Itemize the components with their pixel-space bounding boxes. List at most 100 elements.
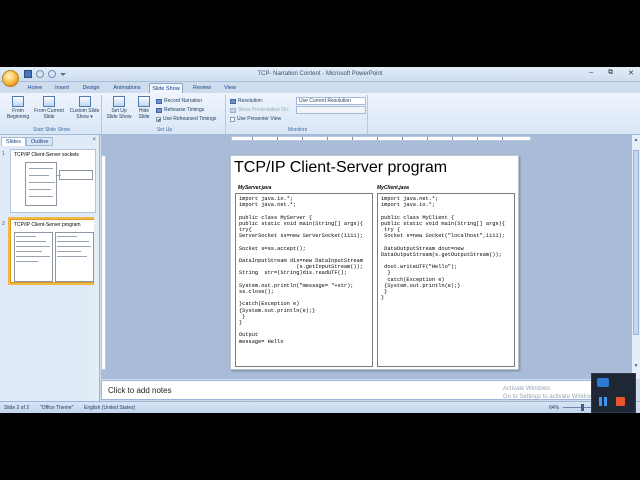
thumbnail-diagram-box bbox=[59, 170, 93, 180]
resolution-label: Resolution: bbox=[238, 98, 264, 104]
thumbnail-title: TCP/IP Client-Server program bbox=[14, 222, 81, 228]
watermark-line-1: Activate Windows bbox=[503, 386, 551, 392]
use-rehearsed-label: Use Rehearsed Timings bbox=[163, 116, 217, 122]
checkbox-unchecked-icon bbox=[230, 116, 235, 122]
slides-pane-scrollbar[interactable] bbox=[94, 215, 99, 413]
scrollbar-thumb[interactable] bbox=[633, 150, 639, 335]
group-set-up: Set Up Slide Show Hide Slide Record Narr… bbox=[104, 95, 226, 134]
office-button[interactable] bbox=[2, 70, 19, 87]
horizontal-ruler bbox=[231, 136, 531, 141]
group-label: Monitors bbox=[287, 127, 308, 133]
vertical-ruler bbox=[101, 155, 106, 370]
tab-animations[interactable]: Animations bbox=[109, 83, 145, 93]
rehearse-timings-label: Rehearse Timings bbox=[164, 107, 205, 113]
client-code-box[interactable]: import java.net.*; import java.io.*; publi… bbox=[377, 193, 515, 367]
tab-design[interactable]: Design bbox=[79, 83, 103, 93]
show-presentation-on-select bbox=[296, 106, 366, 114]
set-up-slide-show-button[interactable]: Set Up Slide Show bbox=[106, 96, 132, 120]
resolution-select[interactable]: Use Current Resolution bbox=[296, 97, 366, 105]
tab-home[interactable]: Home bbox=[24, 83, 46, 93]
window-controls: – ⧉ ✕ bbox=[589, 69, 634, 77]
slide-thumbnail-2[interactable]: TCP/IP Client-Server program bbox=[8, 217, 98, 285]
restore-button[interactable]: ⧉ bbox=[608, 69, 613, 77]
scroll-up-icon[interactable]: ▲ bbox=[633, 137, 639, 143]
slide-canvas[interactable]: TCP/IP Client-Server program MyServer.ja… bbox=[230, 155, 519, 370]
record-narration-button[interactable]: Record Narration bbox=[156, 98, 202, 104]
rehearse-timings-button[interactable]: Rehearse Timings bbox=[156, 107, 204, 113]
record-narration-label: Record Narration bbox=[164, 98, 203, 104]
thumbnail-text-line bbox=[57, 241, 89, 242]
slide-counter: Slide 2 of 2 bbox=[4, 405, 30, 411]
window-title: TCP- Narration Content - Microsoft Power… bbox=[257, 71, 383, 77]
pause-icon[interactable] bbox=[599, 397, 607, 406]
monitor-disabled-icon bbox=[230, 107, 236, 113]
custom-show-label: Custom Slide Show ▾ bbox=[69, 108, 100, 120]
from-current-slide-button[interactable]: From Current Slide bbox=[33, 96, 65, 120]
slide-thumbnail-1[interactable]: TCP/IP Client-Server sockets bbox=[10, 149, 96, 213]
thumbnail-text-line bbox=[29, 182, 55, 183]
client-file-caption: MyClient.java bbox=[377, 185, 409, 191]
show-presentation-on-row: Show Presentation On: bbox=[230, 107, 289, 113]
slide-title[interactable]: TCP/IP Client-Server program bbox=[234, 159, 447, 177]
clock-icon bbox=[156, 107, 162, 113]
ribbon-tabs: Home Insert Design Animations Slide Show… bbox=[0, 82, 640, 93]
language-indicator[interactable]: English (United States) bbox=[84, 405, 135, 411]
set-up-label: Set Up Slide Show bbox=[106, 108, 132, 120]
code-line: ServerSocket ss=new ServerSocket(1111); bbox=[239, 233, 363, 240]
slide-number: 1 bbox=[2, 151, 5, 157]
code-line: } bbox=[381, 295, 385, 302]
from-beginning-label: From Beginning bbox=[6, 108, 30, 120]
tab-insert[interactable]: Insert bbox=[50, 83, 74, 93]
custom-show-icon bbox=[78, 96, 91, 107]
use-presenter-view-checkbox[interactable]: Use Presenter View bbox=[230, 116, 281, 122]
slideshow-current-icon bbox=[43, 96, 55, 107]
thumbnail-title: TCP/IP Client-Server sockets bbox=[14, 152, 79, 158]
code-line: Socket s=new Socket("localhost",1111); bbox=[381, 233, 505, 240]
thumbnail-code-box bbox=[55, 232, 94, 282]
camera-icon[interactable] bbox=[597, 378, 609, 387]
group-start-slide-show: From Beginning From Current Slide Custom… bbox=[2, 95, 102, 134]
thumbnail-text-line bbox=[16, 256, 50, 257]
group-label: Set Up bbox=[156, 127, 173, 133]
close-pane-icon[interactable]: × bbox=[92, 137, 96, 143]
hide-slide-button[interactable]: Hide Slide bbox=[134, 96, 154, 120]
custom-slide-show-button[interactable]: Custom Slide Show ▾ bbox=[68, 96, 101, 120]
title-bar: TCP- Narration Content - Microsoft Power… bbox=[0, 67, 640, 82]
thumbnail-text-line bbox=[29, 175, 49, 176]
thumbnail-text-line bbox=[16, 236, 36, 237]
monitor-icon bbox=[230, 98, 236, 104]
thumbnail-text-line bbox=[29, 168, 53, 169]
minimize-button[interactable]: – bbox=[589, 69, 593, 77]
tab-view[interactable]: View bbox=[219, 83, 241, 93]
notes-placeholder: Click to add notes bbox=[108, 386, 172, 395]
server-file-caption: MyServer.java bbox=[238, 185, 272, 191]
presenter-view-label: Use Presenter View bbox=[237, 116, 282, 122]
code-line: DataOutputStream(s.getOutputStream()); bbox=[381, 251, 502, 258]
close-button[interactable]: ✕ bbox=[628, 69, 634, 77]
from-beginning-button[interactable]: From Beginning bbox=[3, 96, 33, 120]
tab-review[interactable]: Review bbox=[189, 83, 215, 93]
zoom-level[interactable]: 64% bbox=[549, 405, 559, 411]
from-current-label: From Current Slide bbox=[34, 108, 64, 120]
slide-number: 2 bbox=[2, 221, 5, 227]
server-code-box[interactable]: import java.io.*; import java.net.*; publi… bbox=[235, 193, 373, 367]
tab-slides[interactable]: Slides bbox=[1, 137, 26, 146]
microphone-icon bbox=[156, 98, 162, 104]
scroll-down-icon[interactable]: ▼ bbox=[633, 363, 639, 369]
thumbnail-code-box bbox=[14, 232, 53, 282]
thumbnail-text-line bbox=[16, 241, 46, 242]
zoom-slider-thumb[interactable] bbox=[581, 404, 584, 411]
thumbnail-arrow-line bbox=[57, 175, 61, 176]
stop-icon[interactable] bbox=[616, 397, 625, 406]
activate-windows-watermark: Activate Windows Go to Settings to activ… bbox=[503, 385, 598, 401]
tab-slide-show[interactable]: Slide Show bbox=[149, 83, 183, 93]
resolution-row: Resolution: bbox=[230, 98, 263, 104]
vertical-scrollbar[interactable]: ▲ ▼ bbox=[632, 135, 640, 379]
thumbnail-text-line bbox=[16, 261, 38, 262]
tab-outline[interactable]: Outline bbox=[25, 137, 54, 146]
use-rehearsed-timings-checkbox[interactable]: Use Rehearsed Timings bbox=[156, 116, 216, 122]
thumbnail-text-line bbox=[16, 251, 42, 252]
watermark-line-2: Go to Settings to activate Windows. bbox=[503, 394, 598, 400]
code-line: message= Hello bbox=[239, 338, 284, 345]
powerpoint-window: TCP- Narration Content - Microsoft Power… bbox=[0, 67, 640, 413]
